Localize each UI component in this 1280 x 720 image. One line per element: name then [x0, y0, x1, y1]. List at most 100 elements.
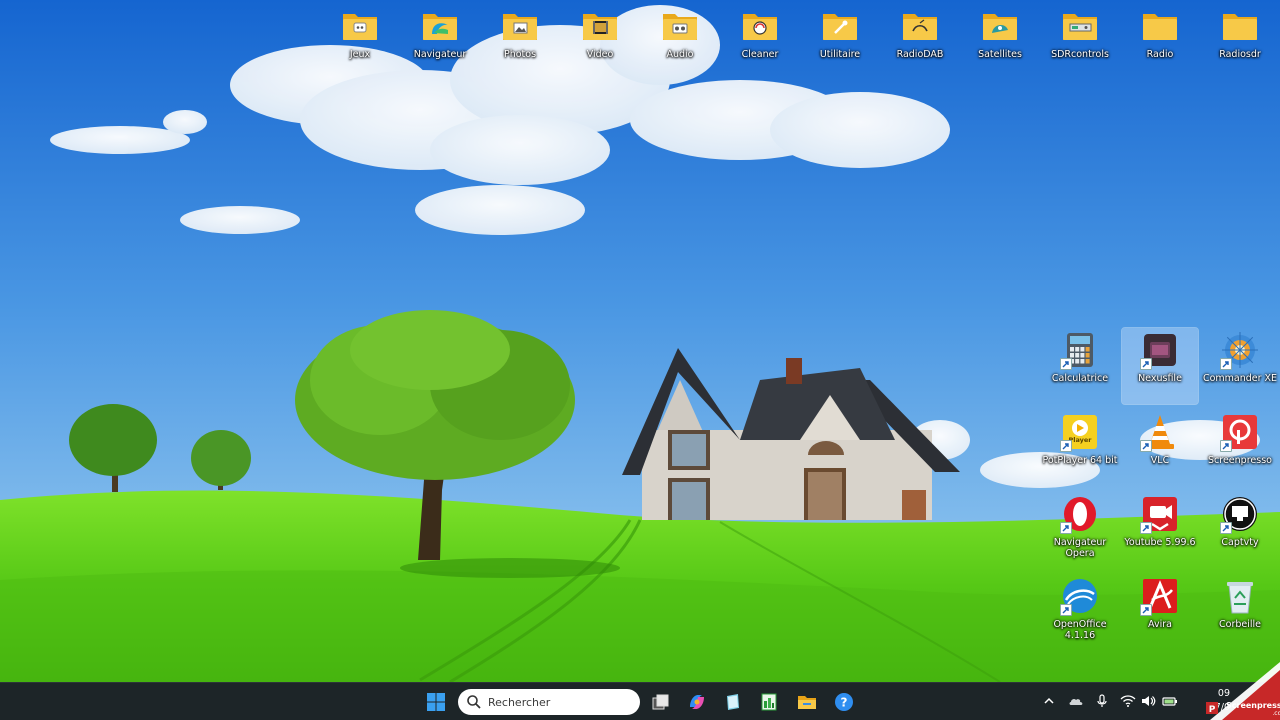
spreadsheet-button[interactable] [756, 689, 782, 715]
desktop-icon-openoffice[interactable]: OpenOffice 4.1.16 [1042, 574, 1118, 650]
desktop-icon-label: Jeux [349, 49, 371, 60]
desktop-icon-calculatrice[interactable]: Calculatrice [1042, 328, 1118, 404]
shortcut-arrow-icon [1060, 440, 1072, 452]
shortcut-arrow-icon [1060, 604, 1072, 616]
desktop-icon-radio[interactable]: Radio [1122, 4, 1198, 80]
notepad-button[interactable] [720, 689, 746, 715]
folder-satellites-icon [980, 6, 1020, 46]
copilot-icon [690, 695, 704, 709]
folder-radio-dab-icon [900, 6, 940, 46]
desktop-icon-label: Navigateur [413, 49, 467, 60]
start-button[interactable] [423, 689, 449, 715]
desktop-icon-label: Captvty [1221, 537, 1259, 548]
desktop-icon-label: PotPlayer 64 bit [1042, 455, 1118, 466]
copilot-button[interactable] [684, 689, 710, 715]
svg-text:?: ? [841, 696, 848, 710]
svg-text:P: P [1209, 705, 1216, 715]
desktop-icon-utilitaire[interactable]: Utilitaire [802, 4, 878, 80]
folder-photos-icon [500, 6, 540, 46]
desktop-icon-label: Screenpresso [1208, 455, 1272, 466]
shortcut-arrow-icon [1140, 604, 1152, 616]
desktop-icon-screenpresso[interactable]: Screenpresso [1202, 410, 1278, 486]
desktop-icon-label: SDRcontrols [1051, 49, 1109, 60]
file-explorer-icon [798, 696, 816, 709]
microphone-icon [1097, 694, 1107, 707]
help-icon: ? [835, 693, 853, 711]
desktop-icon-navigateur[interactable]: Navigateur [402, 4, 478, 80]
desktop-icon-label: Radio [1146, 49, 1174, 60]
desktop-icon-commander-xe[interactable]: Commander XE [1202, 328, 1278, 404]
watermark-domain: .com [1272, 710, 1280, 717]
taskbar-search[interactable] [458, 689, 640, 715]
commander-xe-icon [1220, 330, 1260, 370]
desktop-icon-label: Audio [666, 49, 694, 60]
desktop-icon-captvty[interactable]: Captvty [1202, 492, 1278, 568]
desktop-icon-photos[interactable]: Photos [482, 4, 558, 80]
calculator-icon [1060, 330, 1100, 370]
battery-tray[interactable] [1162, 693, 1178, 709]
onedrive-tray[interactable] [1068, 693, 1084, 709]
desktop-icon-avira[interactable]: Avira [1122, 574, 1198, 650]
shortcut-arrow-icon [1220, 522, 1232, 534]
captvty-icon [1220, 494, 1260, 534]
recycle-bin-icon [1220, 576, 1260, 616]
taskbar: ? [0, 682, 1280, 720]
folder-icon [1140, 6, 1180, 46]
file-explorer-button[interactable] [794, 689, 820, 715]
desktop-icon-label: Photos [503, 49, 537, 60]
potplayer-icon: Player [1060, 412, 1100, 452]
desktop-icon-nexusfile[interactable]: Nexusfile [1121, 327, 1199, 405]
microphone-tray[interactable] [1094, 693, 1110, 709]
desktop-icon-satellites[interactable]: Satellites [962, 4, 1038, 80]
shortcut-arrow-icon [1060, 358, 1072, 370]
shortcut-arrow-icon [1140, 358, 1152, 370]
desktop-icon-potplayer[interactable]: Player PotPlayer 64 bit [1042, 410, 1118, 486]
desktop-icon-label: Calculatrice [1051, 373, 1109, 384]
folder-video-icon [580, 6, 620, 46]
network-tray[interactable] [1120, 693, 1136, 709]
folder-utility-icon [820, 6, 860, 46]
desktop-icon-label: Navigateur Opera [1053, 537, 1107, 559]
desktop-icon-label: Utilitaire [819, 49, 861, 60]
desktop-icon-label: Youtube 5.99.6 [1124, 537, 1196, 548]
shortcut-arrow-icon [1140, 440, 1152, 452]
screenpresso-icon [1220, 412, 1260, 452]
folder-audio-icon [660, 6, 700, 46]
desktop-icon-radiosdr[interactable]: Radiosdr [1202, 4, 1278, 80]
desktop-icon-label: Nexusfile [1138, 373, 1182, 384]
screenpresso-watermark-text: Screenpresso .com [1226, 702, 1280, 718]
desktop-icon-cleaner[interactable]: Cleaner [722, 4, 798, 80]
folder-cleaner-icon [740, 6, 780, 46]
desktop-icon-navigateur-opera[interactable]: Navigateur Opera [1042, 492, 1118, 568]
search-input[interactable] [488, 695, 628, 709]
shortcut-arrow-icon [1220, 440, 1232, 452]
desktop-icon-vlc[interactable]: VLC [1122, 410, 1198, 486]
help-button[interactable]: ? [831, 689, 857, 715]
spreadsheet-icon [761, 693, 777, 711]
notepad-icon [727, 694, 739, 710]
desktop-icon-corbeille[interactable]: Corbeille [1202, 574, 1278, 650]
desktop-icon-label: Cleaner [741, 49, 779, 60]
desktop-icon-label: Satellites [978, 49, 1022, 60]
openoffice-icon [1060, 576, 1100, 616]
desktop-icon-video[interactable]: Video [562, 4, 638, 80]
avira-icon [1140, 576, 1180, 616]
desktop-icon-label: Corbeille [1219, 619, 1261, 630]
desktop-icon-sdrcontrols[interactable]: SDRcontrols [1042, 4, 1118, 80]
speaker-icon [1142, 696, 1156, 706]
desktop-icon-audio[interactable]: Audio [642, 4, 718, 80]
nexusfile-icon [1140, 330, 1180, 370]
onedrive-cloud-icon [1069, 698, 1083, 705]
shortcut-arrow-icon [1220, 358, 1232, 370]
desktop-icon-youtube[interactable]: Youtube 5.99.6 [1122, 492, 1198, 568]
folder-browser-icon [420, 6, 460, 46]
volume-tray[interactable] [1140, 693, 1156, 709]
folder-games-icon [340, 6, 380, 46]
opera-icon [1060, 494, 1100, 534]
desktop-icon-radiodab[interactable]: RadioDAB [882, 4, 958, 80]
task-view-icon [652, 694, 669, 710]
task-view-button[interactable] [648, 689, 674, 715]
desktop-icon-jeux[interactable]: Jeux [322, 4, 398, 80]
desktop-icon-label: RadioDAB [896, 49, 944, 60]
show-hidden-icons-button[interactable] [1041, 693, 1057, 709]
